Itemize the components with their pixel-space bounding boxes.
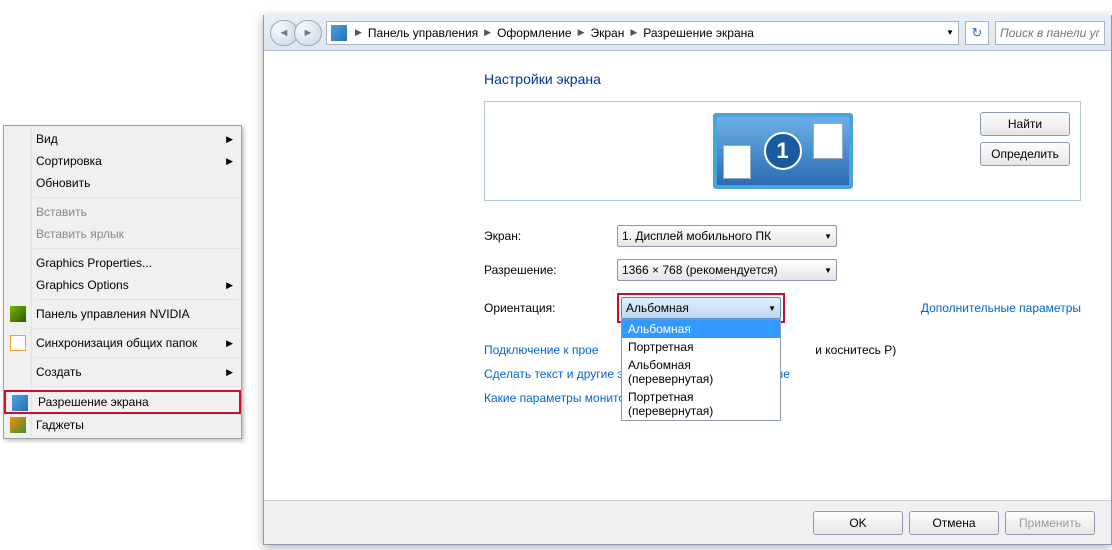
apply-button[interactable]: Применить: [1005, 511, 1095, 535]
orientation-option[interactable]: Альбомная (перевернутая): [622, 356, 780, 388]
text-size-link[interactable]: Сделать текст и другие элементы больше и…: [484, 367, 1081, 381]
chevron-right-icon: ▶: [226, 274, 233, 296]
orientation-label: Ориентация:: [484, 301, 617, 315]
cancel-button[interactable]: Отмена: [909, 511, 999, 535]
projector-link[interactable]: Подключение к прое: [484, 343, 599, 357]
refresh-button[interactable]: ↻: [965, 21, 989, 45]
cm-graphics-options[interactable]: Graphics Options▶: [4, 274, 241, 296]
dialog-footer: OK Отмена Применить: [264, 500, 1111, 544]
separator: [34, 328, 239, 329]
separator: [34, 197, 239, 198]
cm-refresh[interactable]: Обновить: [4, 172, 241, 194]
separator: [34, 357, 239, 358]
control-panel-icon: [331, 25, 347, 41]
monitor-number-badge: 1: [764, 132, 802, 170]
chevron-down-icon[interactable]: ▼: [946, 28, 954, 37]
orientation-option[interactable]: Альбомная: [622, 320, 780, 338]
chevron-right-icon: ▶: [226, 361, 233, 383]
search-input-container: [995, 21, 1105, 45]
preview-window-icon: [723, 145, 751, 179]
monitor-preview: 1 Найти Определить: [484, 101, 1081, 201]
nvidia-icon: [10, 306, 26, 322]
chevron-right-icon: ▶: [226, 150, 233, 172]
search-input[interactable]: [1000, 26, 1100, 40]
cm-paste: Вставить: [4, 201, 241, 223]
cm-create[interactable]: Создать▶: [4, 361, 241, 383]
resolution-label: Разрешение:: [484, 263, 617, 277]
sync-icon: [10, 335, 26, 351]
projector-hint: Подключение к прое xxxxxxxxxxxxxxxxxxxxx…: [484, 343, 1081, 357]
separator: [34, 248, 239, 249]
cm-gadgets[interactable]: Гаджеты: [4, 414, 241, 436]
detect-button[interactable]: Определить: [980, 142, 1070, 166]
which-monitor-link[interactable]: Какие параметры монитора следует выбрать…: [484, 391, 1081, 405]
advanced-settings-link[interactable]: Дополнительные параметры: [921, 301, 1081, 315]
orientation-dropdown: Альбомная Портретная Альбомная (переверн…: [621, 319, 781, 421]
ok-button[interactable]: OK: [813, 511, 903, 535]
cm-sort[interactable]: Сортировка▶: [4, 150, 241, 172]
breadcrumb-item[interactable]: Экран: [589, 26, 627, 40]
chevron-right-icon: ▶: [480, 27, 495, 38]
find-button[interactable]: Найти: [980, 112, 1070, 136]
arrow-right-icon: ►: [303, 27, 314, 39]
arrow-left-icon: ◄: [279, 27, 290, 39]
chevron-down-icon: ▼: [824, 232, 832, 241]
refresh-icon: ↻: [972, 25, 983, 41]
screen-label: Экран:: [484, 229, 617, 243]
orientation-option[interactable]: Портретная: [622, 338, 780, 356]
monitor-thumbnail[interactable]: 1: [713, 113, 853, 189]
gadgets-icon: [10, 417, 26, 433]
page-title: Настройки экрана: [484, 71, 1081, 87]
cm-paste-shortcut: Вставить ярлык: [4, 223, 241, 245]
chevron-right-icon: ▶: [574, 27, 589, 38]
titlebar: ◄ ► ▶ Панель управления ▶ Оформление ▶ Э…: [264, 15, 1111, 51]
breadcrumb[interactable]: ▶ Панель управления ▶ Оформление ▶ Экран…: [326, 21, 959, 45]
chevron-right-icon: ▶: [226, 128, 233, 150]
separator: [34, 386, 239, 387]
chevron-right-icon: ▶: [351, 27, 366, 38]
chevron-down-icon: ▼: [824, 266, 832, 275]
breadcrumb-item[interactable]: Оформление: [495, 26, 573, 40]
cm-sync-folders[interactable]: Синхронизация общих папок▶: [4, 332, 241, 354]
cm-graphics-properties[interactable]: Graphics Properties...: [4, 252, 241, 274]
cm-view[interactable]: Вид▶: [4, 128, 241, 150]
preview-window-icon: [813, 123, 843, 159]
orientation-highlight: Альбомная▼ Альбомная Портретная Альбомна…: [617, 293, 785, 323]
chevron-right-icon: ▶: [626, 27, 641, 38]
orientation-option[interactable]: Портретная (перевернутая): [622, 388, 780, 420]
cm-nvidia[interactable]: Панель управления NVIDIA: [4, 303, 241, 325]
desktop-context-menu: Вид▶ Сортировка▶ Обновить Вставить Встав…: [3, 125, 242, 439]
control-panel-window: ◄ ► ▶ Панель управления ▶ Оформление ▶ Э…: [263, 15, 1112, 545]
chevron-down-icon: ▼: [768, 304, 776, 313]
nav-forward-button[interactable]: ►: [294, 20, 322, 46]
screen-select[interactable]: 1. Дисплей мобильного ПК▼: [617, 225, 837, 247]
breadcrumb-item[interactable]: Панель управления: [366, 26, 480, 40]
breadcrumb-item[interactable]: Разрешение экрана: [641, 26, 756, 40]
orientation-select[interactable]: Альбомная▼: [621, 297, 781, 319]
separator: [34, 299, 239, 300]
resolution-select[interactable]: 1366 × 768 (рекомендуется)▼: [617, 259, 837, 281]
resolution-icon: [12, 395, 28, 411]
chevron-right-icon: ▶: [226, 332, 233, 354]
cm-screen-resolution[interactable]: Разрешение экрана: [4, 390, 241, 414]
